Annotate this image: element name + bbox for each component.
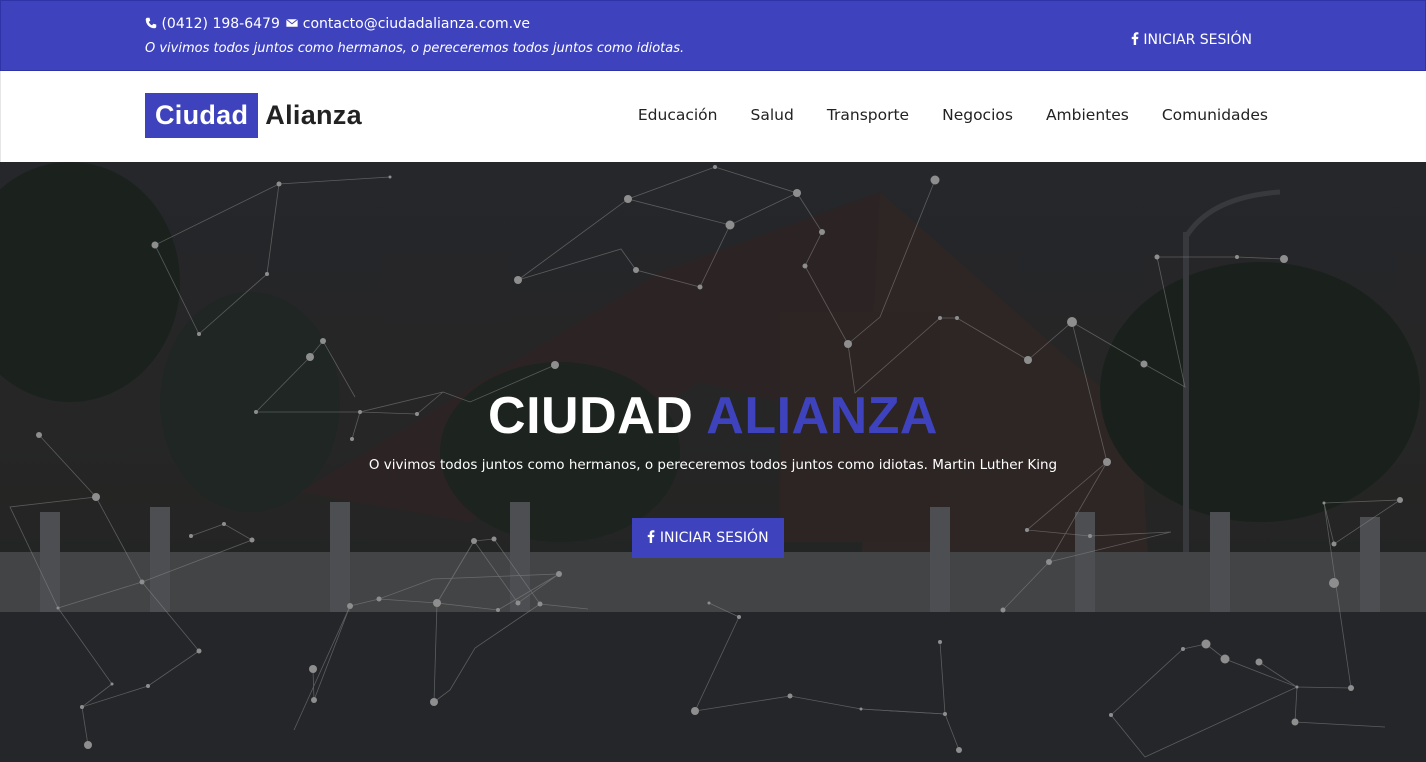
hero-title-part1: CIUDAD	[488, 387, 694, 445]
logo-part-ciudad: Ciudad	[145, 93, 259, 138]
hero-login-label: INICIAR SESIÓN	[659, 530, 769, 546]
hero-title-part2: ALIANZA	[706, 387, 938, 445]
logo-part-alianza: Alianza	[265, 100, 362, 130]
nav-item-comunidades[interactable]: Comunidades	[1162, 106, 1268, 124]
top-tagline: O vivimos todos juntos como hermanos, o …	[145, 41, 685, 56]
top-login-label: INICIAR SESIÓN	[1143, 32, 1252, 48]
nav-item-ambientes[interactable]: Ambientes	[1046, 106, 1129, 124]
phone-icon	[145, 17, 157, 29]
email-address[interactable]: contacto@ciudadalianza.com.ve	[303, 16, 530, 32]
facebook-icon	[648, 530, 655, 543]
nav-item-salud[interactable]: Salud	[751, 106, 794, 124]
nav-item-educacion[interactable]: Educación	[638, 106, 718, 124]
nav-item-negocios[interactable]: Negocios	[942, 106, 1013, 124]
hero-title: CIUDAD ALIANZA	[0, 386, 1426, 446]
top-login-button[interactable]: INICIAR SESIÓN	[1131, 32, 1252, 48]
top-contact-bar: (0412) 198-6479 contacto@ciudadalianza.c…	[0, 0, 1426, 71]
hero-login-button[interactable]: INICIAR SESIÓN	[632, 518, 784, 558]
main-navbar: Ciudad Alianza Educación Salud Transport…	[0, 71, 1426, 162]
hero-section: CIUDAD ALIANZA O vivimos todos juntos co…	[0, 162, 1426, 762]
contact-info: (0412) 198-6479 contacto@ciudadalianza.c…	[145, 15, 530, 33]
site-logo[interactable]: Ciudad Alianza	[145, 93, 362, 138]
hero-subtitle: O vivimos todos juntos como hermanos, o …	[368, 457, 1058, 473]
phone-number[interactable]: (0412) 198-6479	[161, 16, 279, 32]
nav-item-transporte[interactable]: Transporte	[827, 106, 909, 124]
facebook-icon	[1131, 32, 1139, 45]
main-menu: Educación Salud Transporte Negocios Ambi…	[605, 106, 1268, 124]
envelope-icon	[286, 18, 299, 27]
